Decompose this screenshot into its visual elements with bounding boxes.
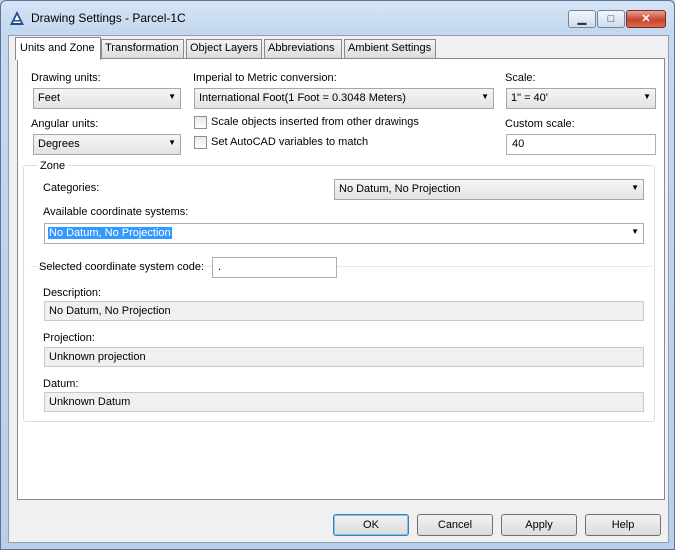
- title-bar[interactable]: Drawing Settings - Parcel-1C ▁ □ ✕: [1, 1, 674, 37]
- drawing-units-value: Feet: [38, 92, 61, 104]
- drawing-settings-window: Drawing Settings - Parcel-1C ▁ □ ✕ Units…: [0, 0, 675, 550]
- tab-abbreviations[interactable]: Abbreviations: [264, 39, 342, 58]
- zone-group-label: Zone: [37, 160, 69, 172]
- apply-button[interactable]: Apply: [501, 514, 577, 536]
- set-variables-checkbox[interactable]: [194, 136, 207, 149]
- tab-ambient-settings[interactable]: Ambient Settings: [344, 39, 436, 58]
- scale-value: 1" = 40': [511, 92, 548, 104]
- maximize-button[interactable]: □: [597, 10, 625, 28]
- available-systems-dropdown[interactable]: No Datum, No Projection ▼: [44, 223, 644, 244]
- available-systems-value: No Datum, No Projection: [48, 227, 172, 239]
- dialog-client-area: Units and Zone Transformation Object Lay…: [8, 35, 669, 543]
- available-systems-label: Available coordinate systems:: [43, 206, 189, 218]
- maximize-icon: □: [607, 13, 615, 25]
- description-field: No Datum, No Projection: [44, 301, 644, 321]
- projection-field: Unknown projection: [44, 347, 644, 367]
- scale-dropdown[interactable]: 1" = 40' ▼: [506, 88, 656, 109]
- tab-object-layers[interactable]: Object Layers: [186, 39, 262, 58]
- minimize-icon: ▁: [577, 13, 587, 25]
- custom-scale-input[interactable]: 40: [506, 134, 656, 155]
- autocad-a-icon: [10, 11, 24, 25]
- custom-scale-label: Custom scale:: [505, 118, 575, 130]
- drawing-units-label: Drawing units:: [31, 72, 101, 84]
- close-icon: ✕: [641, 13, 651, 25]
- datum-label: Datum:: [43, 378, 79, 390]
- conversion-dropdown[interactable]: International Foot(1 Foot = 0.3048 Meter…: [194, 88, 494, 109]
- projection-value: Unknown projection: [49, 351, 146, 363]
- datum-value: Unknown Datum: [49, 396, 131, 408]
- description-label: Description:: [43, 287, 102, 299]
- help-button[interactable]: Help: [585, 514, 661, 536]
- chevron-down-icon: ▼: [643, 92, 651, 101]
- angular-units-value: Degrees: [38, 138, 80, 150]
- chevron-down-icon: ▼: [168, 138, 176, 147]
- cancel-button[interactable]: Cancel: [417, 514, 493, 536]
- categories-value: No Datum, No Projection: [339, 183, 461, 195]
- tab-units-and-zone[interactable]: Units and Zone: [15, 37, 101, 60]
- custom-scale-value: 40: [512, 138, 525, 150]
- scale-label: Scale:: [505, 72, 536, 84]
- chevron-down-icon: ▼: [168, 92, 176, 101]
- close-button[interactable]: ✕: [626, 10, 666, 28]
- chevron-down-icon: ▼: [481, 92, 489, 101]
- angular-units-label: Angular units:: [31, 118, 99, 130]
- system-code-input[interactable]: .: [212, 257, 337, 278]
- categories-label: Categories:: [43, 182, 100, 194]
- set-variables-label: Set AutoCAD variables to match: [211, 136, 369, 148]
- tab-transformation[interactable]: Transformation: [101, 39, 184, 58]
- ok-button[interactable]: OK: [333, 514, 409, 536]
- system-code-value: .: [218, 261, 222, 273]
- angular-units-dropdown[interactable]: Degrees ▼: [33, 134, 181, 155]
- conversion-value: International Foot(1 Foot = 0.3048 Meter…: [199, 92, 406, 104]
- scale-objects-checkbox[interactable]: [194, 116, 207, 129]
- scale-objects-label: Scale objects inserted from other drawin…: [211, 116, 419, 128]
- available-systems-value-wrap: No Datum, No Projection: [48, 227, 172, 239]
- window-title: Drawing Settings - Parcel-1C: [31, 11, 186, 25]
- datum-field: Unknown Datum: [44, 392, 644, 412]
- projection-label: Projection:: [43, 332, 95, 344]
- chevron-down-icon: ▼: [631, 183, 639, 192]
- categories-dropdown[interactable]: No Datum, No Projection ▼: [334, 179, 644, 200]
- description-value: No Datum, No Projection: [49, 305, 171, 317]
- minimize-button[interactable]: ▁: [568, 10, 596, 28]
- conversion-label: Imperial to Metric conversion:: [193, 72, 337, 84]
- chevron-down-icon: ▼: [631, 227, 639, 236]
- drawing-units-dropdown[interactable]: Feet ▼: [33, 88, 181, 109]
- system-code-label: Selected coordinate system code:: [39, 261, 205, 273]
- zone-groupbox: [23, 165, 655, 422]
